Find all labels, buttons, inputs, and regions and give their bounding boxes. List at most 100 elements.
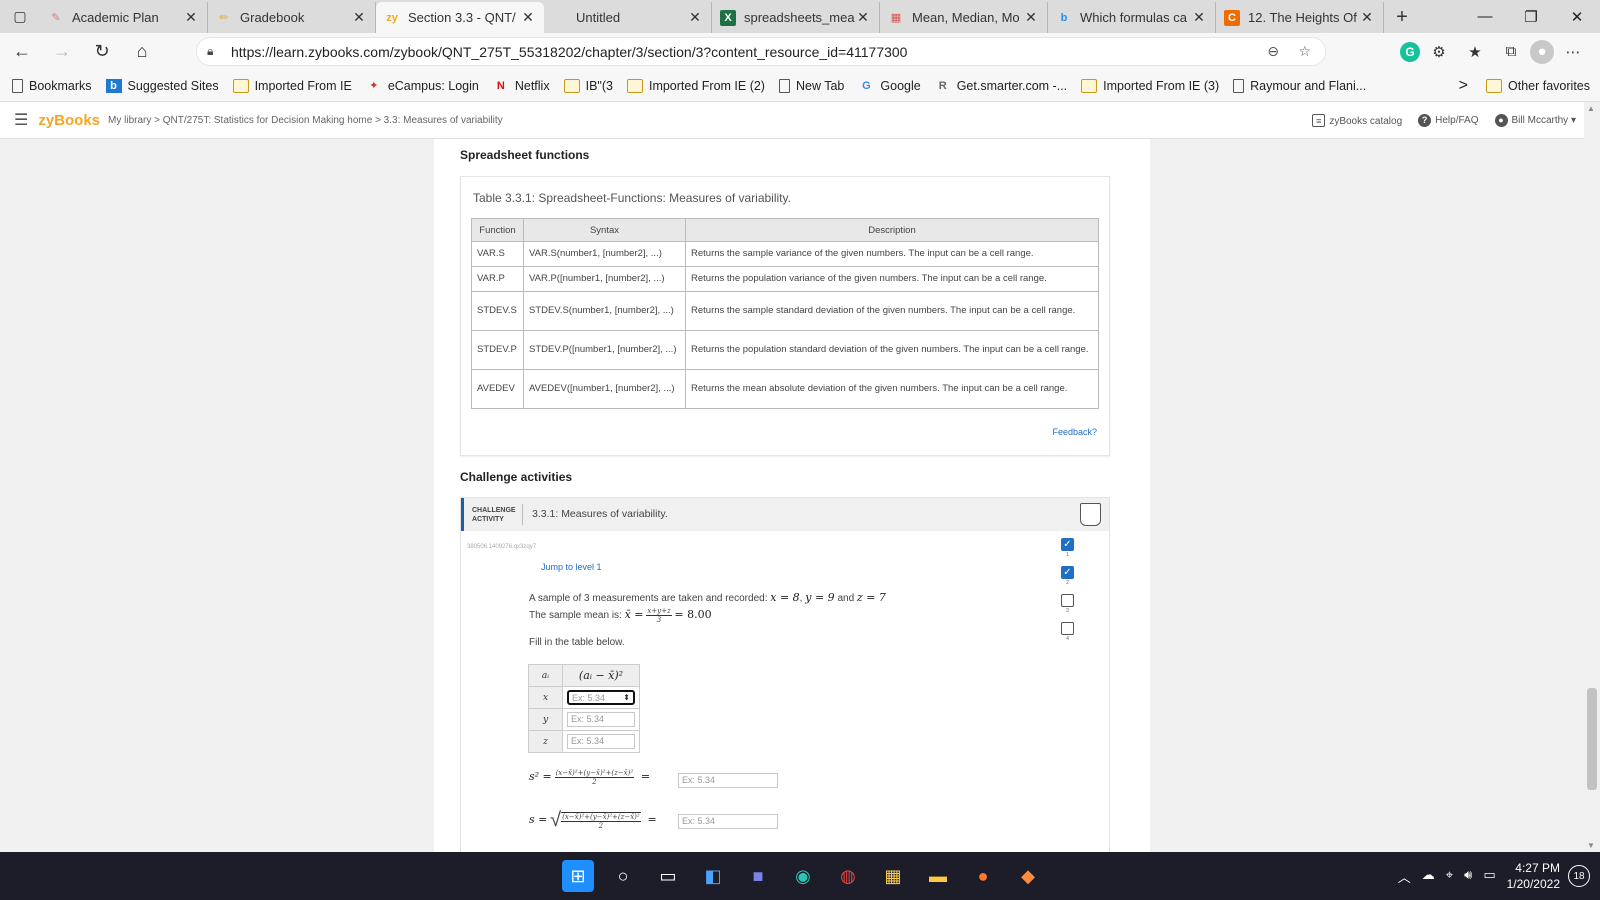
close-window-icon[interactable]: ✕: [1554, 0, 1600, 33]
search-icon[interactable]: ○: [607, 860, 639, 892]
extensions-icon[interactable]: ⚙: [1422, 37, 1456, 67]
show-hidden-icons-icon[interactable]: ︿: [1398, 867, 1411, 886]
firefox-icon[interactable]: ●: [967, 860, 999, 892]
bookmark-item[interactable]: New Tab: [778, 78, 844, 93]
bookmark-item[interactable]: Imported From IE: [232, 78, 352, 93]
tab-close-icon[interactable]: ✕: [183, 9, 199, 26]
window-controls: — ❐ ✕: [1462, 0, 1600, 33]
task-view-icon[interactable]: ▭: [652, 860, 684, 892]
table-cell-syntax: VAR.S(number1, [number2], ...): [523, 241, 686, 267]
browser-tab[interactable]: ✏ Gradebook ✕: [208, 2, 376, 33]
browser-tab[interactable]: Untitled ✕: [544, 2, 712, 33]
browser-tab[interactable]: C 12. The Heights Of ✕: [1216, 2, 1384, 33]
bookmark-item[interactable]: b Suggested Sites: [105, 78, 219, 93]
widgets-icon[interactable]: ◧: [697, 860, 729, 892]
other-favorites[interactable]: Other favorites: [1486, 79, 1590, 93]
bookmark-item[interactable]: G Google: [858, 79, 921, 93]
tab-close-icon[interactable]: ✕: [520, 9, 536, 26]
breadcrumb[interactable]: My library > QNT/275T: Statistics for De…: [108, 115, 503, 126]
tab-label: Academic Plan: [72, 10, 159, 25]
onedrive-icon[interactable]: ☁: [1422, 867, 1435, 886]
feedback-link[interactable]: Feedback?: [1052, 427, 1097, 437]
page-scrollbar[interactable]: ▲ ▼: [1584, 102, 1600, 852]
tab-actions-menu-icon[interactable]: ▢: [0, 0, 40, 33]
bookmark-item[interactable]: IB"(3: [563, 78, 613, 93]
store-icon[interactable]: ▦: [877, 860, 909, 892]
tab-close-icon[interactable]: ✕: [855, 9, 871, 26]
fraction-denominator: 3: [656, 616, 662, 624]
teams-chat-icon[interactable]: ■: [742, 860, 774, 892]
profile-avatar-icon[interactable]: ●: [1530, 39, 1554, 64]
bookmark-item[interactable]: N Netflix: [493, 79, 550, 93]
and-text: and: [837, 593, 855, 604]
scroll-thumb[interactable]: [1587, 688, 1597, 790]
edge-icon[interactable]: ◉: [787, 860, 819, 892]
tab-label: Section 3.3 - QNT/: [408, 10, 516, 25]
restore-icon[interactable]: ❐: [1508, 0, 1554, 33]
tab-close-icon[interactable]: ✕: [1359, 9, 1375, 26]
bookmark-item[interactable]: Bookmarks: [12, 78, 92, 93]
help-icon: ?: [1418, 114, 1432, 127]
url-field[interactable]: 🔒︎ https://learn.zybooks.com/zybook/QNT_…: [196, 37, 1326, 66]
bookmark-item[interactable]: Imported From IE (3): [1081, 78, 1219, 93]
clock[interactable]: 4:27 PM 1/20/2022: [1507, 860, 1560, 892]
browser-tab[interactable]: ▦ Mean, Median, Mo ✕: [880, 2, 1048, 33]
user-menu[interactable]: ● Bill Mccarthy ▾: [1494, 114, 1576, 127]
browser-tab[interactable]: b Which formulas ca ✕: [1048, 2, 1216, 33]
minimize-icon[interactable]: —: [1462, 0, 1508, 33]
lock-icon[interactable]: 🔒︎: [207, 44, 221, 59]
answer-input-x[interactable]: Ex: 5.34: [567, 690, 635, 705]
back-icon[interactable]: ←: [4, 36, 40, 68]
level-checkbox-icon[interactable]: [1061, 594, 1074, 607]
grammarly-icon[interactable]: G: [1400, 41, 1420, 62]
battery-icon[interactable]: ▭: [1483, 867, 1495, 886]
chrome-icon[interactable]: ◍: [832, 860, 864, 892]
fill-instruction: Fill in the table below.: [529, 637, 625, 648]
answer-input-z[interactable]: Ex: 5.34: [567, 734, 635, 749]
new-tab-button[interactable]: +: [1384, 2, 1420, 33]
windows-start-icon[interactable]: ⊞: [562, 860, 594, 892]
catalog-link[interactable]: ≡ zyBooks catalog: [1312, 114, 1402, 127]
browser-tab[interactable]: zy Section 3.3 - QNT/ ✕: [376, 2, 544, 33]
tab-close-icon[interactable]: ✕: [1023, 9, 1039, 26]
variance-input[interactable]: Ex: 5.34: [678, 773, 778, 788]
bookmark-item[interactable]: Raymour and Flani...: [1233, 78, 1366, 93]
bookmarks-overflow-icon[interactable]: >: [1459, 77, 1468, 95]
collections-icon[interactable]: ⧉: [1494, 37, 1528, 67]
add-favorite-icon[interactable]: ☆: [1298, 43, 1311, 60]
user-label: Bill Mccarthy: [1511, 115, 1569, 126]
level-checkbox-icon[interactable]: [1061, 622, 1074, 635]
browser-tab[interactable]: Xspreadsheets_mea ✕: [712, 2, 880, 33]
bookmark-item[interactable]: ✦ eCampus: Login: [366, 79, 479, 93]
forward-icon[interactable]: →: [44, 36, 80, 68]
bookmark-item[interactable]: R Get.smarter.com -...: [935, 79, 1067, 93]
level-checkbox-icon[interactable]: ✓: [1061, 566, 1074, 579]
table-cell-desc: Returns the mean absolute deviation of t…: [685, 369, 1099, 409]
bookmark-item[interactable]: Imported From IE (2): [626, 78, 765, 93]
notification-badge[interactable]: 18: [1568, 865, 1590, 887]
home-icon[interactable]: ⌂: [124, 36, 160, 68]
more-menu-icon[interactable]: ⋯: [1556, 37, 1590, 67]
help-link[interactable]: ? Help/FAQ: [1418, 114, 1479, 127]
zoom-icon[interactable]: ⊖: [1267, 43, 1279, 60]
zybooks-logo[interactable]: zyBooks: [38, 112, 100, 129]
level-checkbox-icon[interactable]: ✓: [1061, 538, 1074, 551]
scroll-down-icon[interactable]: ▼: [1587, 841, 1595, 850]
sheet-icon: ▦: [890, 12, 902, 24]
hamburger-menu-icon[interactable]: ☰: [14, 110, 28, 130]
favorites-icon[interactable]: ★: [1458, 37, 1492, 67]
jump-to-level-link[interactable]: Jump to level 1: [541, 562, 602, 572]
refresh-icon[interactable]: ↻: [84, 36, 120, 68]
file-explorer-icon[interactable]: ▬: [922, 860, 954, 892]
tab-close-icon[interactable]: ✕: [351, 9, 367, 26]
network-icon[interactable]: ⌖: [1446, 867, 1453, 886]
tab-close-icon[interactable]: ✕: [687, 9, 703, 26]
stddev-input[interactable]: Ex: 5.34: [678, 814, 778, 829]
browser-tab[interactable]: ✎ Academic Plan ✕: [40, 2, 208, 33]
tab-label: spreadsheets_mea: [744, 10, 855, 25]
volume-icon[interactable]: 🔊︎: [1464, 867, 1472, 886]
tab-close-icon[interactable]: ✕: [1191, 9, 1207, 26]
answer-input-y[interactable]: Ex: 5.34: [567, 712, 635, 727]
scroll-up-icon[interactable]: ▲: [1587, 104, 1595, 113]
app-icon[interactable]: ◆: [1012, 860, 1044, 892]
